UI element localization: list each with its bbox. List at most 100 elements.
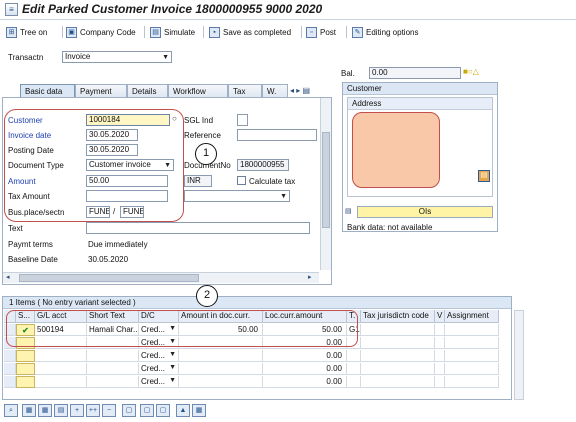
tab-scroll-arrows[interactable]: ◂ ▸ ▤ xyxy=(290,86,310,95)
sgl-ind-input[interactable] xyxy=(237,114,248,126)
short-text-cell[interactable] xyxy=(87,376,139,388)
paymt-terms-label: Paymt terms xyxy=(8,240,53,249)
tab-basic-data[interactable]: Basic data xyxy=(20,84,75,98)
chevron-down-icon: ▼ xyxy=(169,377,176,384)
list-icon: ▤ xyxy=(345,208,352,215)
amount-loc-cell: 0.00 xyxy=(263,363,347,375)
debit-credit-select[interactable]: Cred... ▼ xyxy=(139,363,179,375)
layout-icon[interactable]: ▦ xyxy=(192,404,206,417)
deselect-icon[interactable]: ▦ xyxy=(38,404,52,417)
tax-code-cell[interactable] xyxy=(347,376,361,388)
select-all-icon[interactable]: ▦ xyxy=(22,404,36,417)
amount-doc-cell[interactable] xyxy=(179,350,263,362)
editing-options-button[interactable]: ✎ Editing options xyxy=(352,24,418,40)
v-cell[interactable] xyxy=(435,376,445,388)
chevron-down-icon: ▼ xyxy=(162,54,169,61)
menu-icon[interactable]: ≡ xyxy=(5,3,18,16)
table-scrollbar[interactable] xyxy=(514,310,524,400)
assignment-cell[interactable] xyxy=(445,350,499,362)
post-icon: ▫ xyxy=(306,26,317,38)
simulate-button[interactable]: ▤ Simulate xyxy=(150,24,195,40)
bal-label: Bal. xyxy=(341,69,355,78)
toolbar-separator xyxy=(62,26,63,38)
details-icon[interactable]: ▤ xyxy=(54,404,68,417)
column-header-v[interactable]: V xyxy=(435,310,445,323)
status-cell[interactable] xyxy=(16,376,35,388)
assignment-cell[interactable] xyxy=(445,337,499,349)
calculate-tax-label: Calculate tax xyxy=(249,177,296,186)
ois-button[interactable]: OIs xyxy=(357,206,493,218)
search-icon[interactable]: ⌕ xyxy=(4,404,18,417)
cut-icon[interactable]: ▢ xyxy=(156,404,170,417)
tax-code-cell[interactable] xyxy=(347,363,361,375)
v-cell[interactable] xyxy=(435,350,445,362)
tab-tax[interactable]: Tax xyxy=(228,84,262,98)
callout-1: 1 xyxy=(195,143,217,165)
toolbar-separator xyxy=(346,26,347,38)
tax-code-cell[interactable] xyxy=(347,350,361,362)
delete-row-icon[interactable]: − xyxy=(102,404,116,417)
toolbar-separator xyxy=(144,26,145,38)
transactn-select[interactable]: Invoice ▼ xyxy=(62,51,172,63)
insert-row-icon[interactable]: + xyxy=(70,404,84,417)
traffic-light-icon: ■○△ xyxy=(463,67,479,76)
v-cell[interactable] xyxy=(435,337,445,349)
assignment-cell[interactable] xyxy=(445,363,499,375)
amount-doc-cell[interactable] xyxy=(179,363,263,375)
scroll-left-icon[interactable]: ◂ xyxy=(6,273,10,281)
v-cell[interactable] xyxy=(435,363,445,375)
tab-details[interactable]: Details xyxy=(127,84,168,98)
save-as-completed-button[interactable]: ▪ Save as completed xyxy=(209,24,291,40)
row-selector[interactable] xyxy=(4,350,16,362)
debit-credit-select[interactable]: Cred... ▼ xyxy=(139,350,179,362)
gl-account-cell[interactable] xyxy=(35,363,87,375)
paste-icon[interactable]: ▢ xyxy=(140,404,154,417)
assignment-cell[interactable] xyxy=(445,324,499,336)
sort-icon[interactable]: ▲ xyxy=(176,404,190,417)
append-row-icon[interactable]: ++ xyxy=(86,404,100,417)
tree-on-button[interactable]: ⊞ Tree on xyxy=(6,24,47,40)
tax-code-select[interactable]: ▼ xyxy=(184,190,290,202)
tab-workflow[interactable]: Workflow xyxy=(168,84,228,98)
reference-label: Reference xyxy=(184,131,221,140)
tax-jurisdiction-cell[interactable] xyxy=(361,350,435,362)
tax-jurisdiction-cell[interactable] xyxy=(361,324,435,336)
calculate-tax-checkbox[interactable] xyxy=(237,176,246,185)
amount-doc-cell[interactable] xyxy=(179,376,263,388)
scroll-right-icon[interactable]: ▸ xyxy=(308,273,312,281)
gl-account-cell[interactable] xyxy=(35,350,87,362)
text-input[interactable] xyxy=(86,222,310,234)
customer-panel-heading: Customer xyxy=(343,83,497,95)
tax-jurisdiction-cell[interactable] xyxy=(361,337,435,349)
highlight-outline-items xyxy=(6,310,358,347)
status-cell[interactable] xyxy=(16,363,35,375)
row-selector[interactable] xyxy=(4,376,16,388)
tree-icon: ⊞ xyxy=(6,26,17,38)
scroll-thumb[interactable] xyxy=(19,274,199,282)
short-text-cell[interactable] xyxy=(87,363,139,375)
transactn-label: Transactn xyxy=(8,53,44,62)
short-text-cell[interactable] xyxy=(87,350,139,362)
status-cell[interactable] xyxy=(16,350,35,362)
post-button[interactable]: ▫ Post xyxy=(306,24,336,40)
copy-icon[interactable]: ▢ xyxy=(122,404,136,417)
tab-payment[interactable]: Payment xyxy=(75,84,127,98)
horizontal-scrollbar[interactable]: ◂ ▸ xyxy=(3,272,319,283)
chevron-down-icon: ▼ xyxy=(280,193,287,200)
tax-jurisdiction-cell[interactable] xyxy=(361,376,435,388)
tax-jurisdiction-cell[interactable] xyxy=(361,363,435,375)
vertical-scrollbar[interactable] xyxy=(320,98,331,270)
row-selector[interactable] xyxy=(4,363,16,375)
gl-account-cell[interactable] xyxy=(35,376,87,388)
debit-credit-select[interactable]: Cred... ▼ xyxy=(139,376,179,388)
scroll-thumb[interactable] xyxy=(322,132,330,228)
assignment-cell[interactable] xyxy=(445,376,499,388)
column-header-tax-jurisdiction[interactable]: Tax jurisdictn code xyxy=(361,310,435,323)
v-cell[interactable] xyxy=(435,324,445,336)
column-header-assignment[interactable]: Assignment xyxy=(445,310,499,323)
address-details-icon[interactable]: ▤ xyxy=(478,170,490,182)
company-code-button[interactable]: ▣ Company Code xyxy=(66,24,136,40)
tab-w[interactable]: W. xyxy=(262,84,288,98)
reference-input[interactable] xyxy=(237,129,317,141)
callout-2: 2 xyxy=(196,285,218,307)
